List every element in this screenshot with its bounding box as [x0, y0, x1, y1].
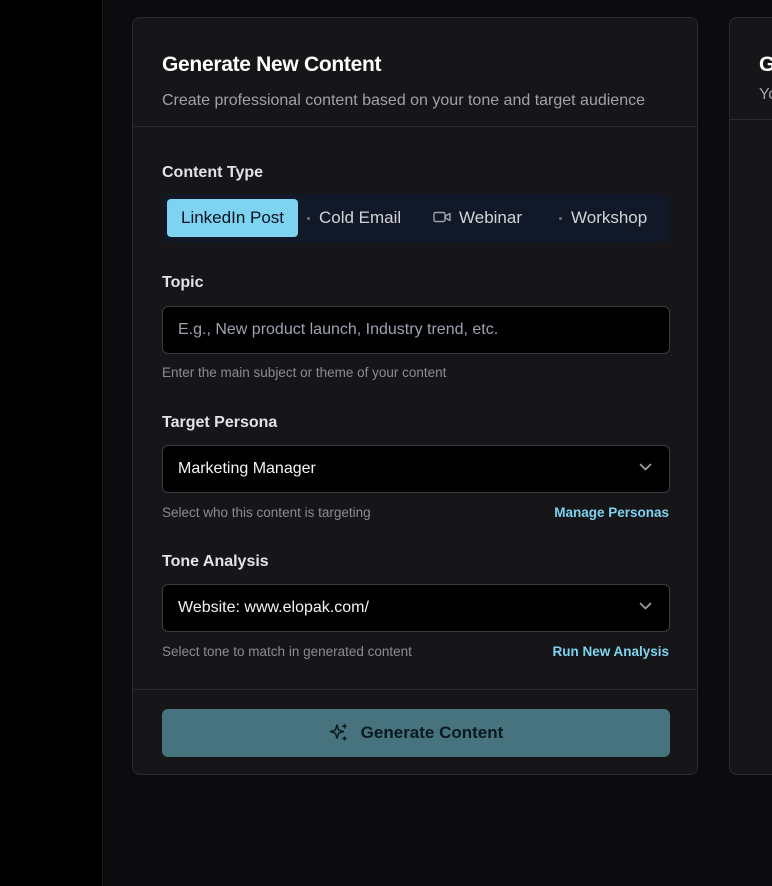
side-card-title: G — [759, 53, 772, 77]
bottom-area — [103, 806, 772, 886]
topic-label: Topic — [162, 274, 204, 291]
tone-helper: Select tone to match in generated conten… — [162, 644, 412, 659]
content-type-tabs: LinkedIn Post Cold Email Webinar Worksho… — [162, 194, 670, 242]
run-new-analysis-link[interactable]: Run New Analysis — [552, 644, 669, 659]
chevron-down-icon — [639, 463, 652, 471]
persona-label: Target Persona — [162, 414, 278, 431]
content-type-label: Content Type — [162, 164, 264, 181]
tab-cold-email[interactable]: Cold Email — [307, 199, 401, 237]
persona-selected: Marketing Manager — [178, 460, 316, 477]
card-subtitle: Create professional content based on you… — [162, 92, 645, 109]
sparkles-icon — [329, 723, 347, 741]
video-icon — [433, 211, 451, 223]
footer-divider — [133, 689, 697, 690]
topic-helper: Enter the main subject or theme of your … — [162, 365, 447, 380]
tab-label: LinkedIn Post — [181, 208, 285, 227]
left-sidebar — [0, 0, 103, 886]
tone-selected: Website: www.elopak.com/ — [178, 599, 369, 616]
dot-icon — [559, 217, 562, 221]
generate-button-label: Generate Content — [360, 723, 504, 742]
persona-helper: Select who this content is targeting — [162, 505, 371, 520]
tone-label: Tone Analysis — [162, 553, 269, 570]
generate-content-card: Generate New Content Create professional… — [132, 17, 698, 775]
tab-label: Cold Email — [319, 208, 402, 227]
generate-content-button[interactable]: Generate Content — [162, 709, 670, 757]
generated-content-card: G Yo — [729, 17, 772, 775]
chevron-down-icon — [639, 602, 652, 610]
topic-placeholder: E.g., New product launch, Industry trend… — [178, 321, 499, 338]
tone-select[interactable]: Website: www.elopak.com/ — [162, 584, 670, 632]
manage-personas-link[interactable]: Manage Personas — [554, 505, 669, 520]
tab-label: Workshop — [571, 208, 648, 227]
tab-label: Webinar — [459, 208, 522, 227]
dot-icon — [307, 217, 310, 221]
card-title: Generate New Content — [162, 53, 382, 76]
persona-select[interactable]: Marketing Manager — [162, 445, 670, 493]
card-header: Generate New Content Create professional… — [133, 18, 697, 127]
side-card-header: G Yo — [730, 18, 772, 120]
tab-workshop[interactable]: Workshop — [559, 199, 647, 237]
tab-webinar[interactable]: Webinar — [433, 199, 522, 237]
tab-linkedin-post[interactable]: LinkedIn Post — [167, 199, 299, 237]
topic-input[interactable]: E.g., New product launch, Industry trend… — [162, 306, 670, 354]
side-card-subtitle: Yo — [759, 86, 772, 103]
